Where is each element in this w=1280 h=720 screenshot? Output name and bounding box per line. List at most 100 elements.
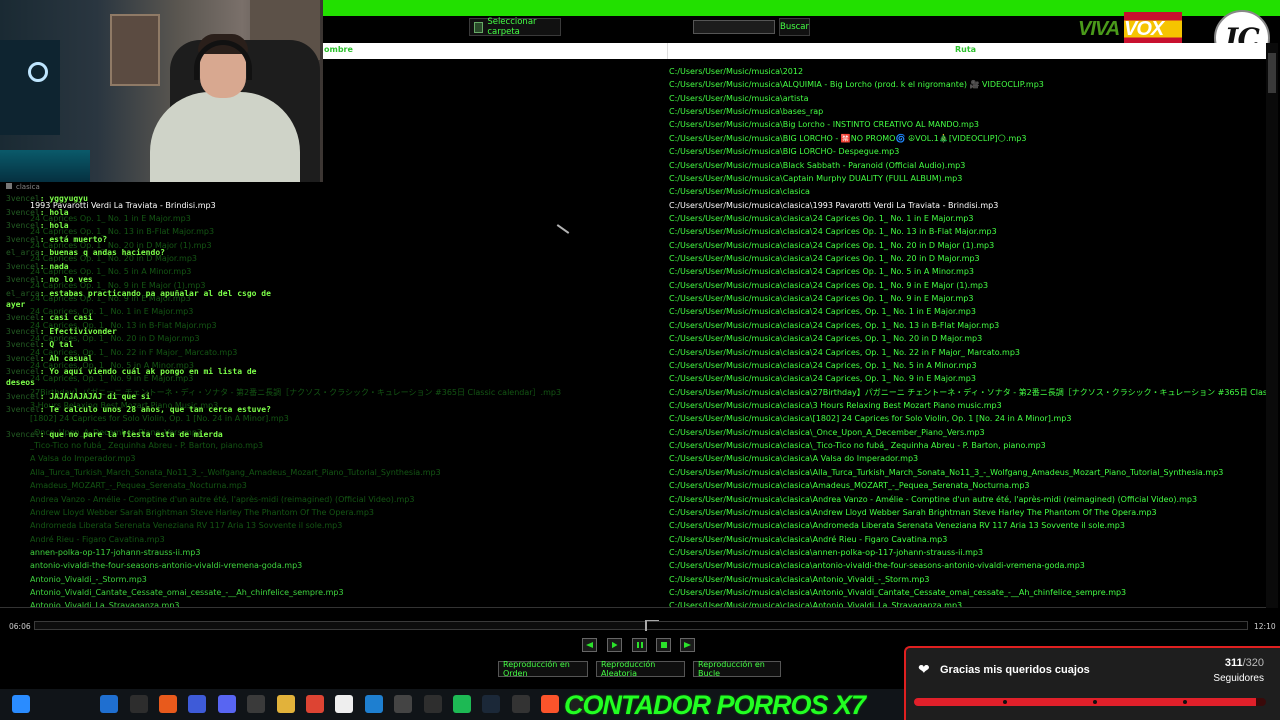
- list-item[interactable]: Andrew Lloyd Webber Sarah Brightman Stev…: [0, 506, 1266, 519]
- settings-icon[interactable]: [423, 695, 442, 713]
- windows-start-icon[interactable]: [12, 695, 30, 713]
- vivavox-text-right: VOX: [1124, 18, 1164, 40]
- spotify-icon[interactable]: [453, 695, 471, 713]
- column-header-name[interactable]: ombre: [324, 45, 353, 54]
- random-mode-button[interactable]: Reproducción Aleatoria: [596, 660, 685, 678]
- app-icon-4[interactable]: [247, 695, 266, 713]
- steam-icon[interactable]: [482, 695, 501, 713]
- list-item-name: Andromeda Liberata Serenata Veneziana RV…: [30, 521, 343, 531]
- chat-text: : hola: [39, 207, 69, 217]
- chat-message: 3vencel: está muerto?: [6, 234, 276, 245]
- list-item[interactable]: Antonio_Vivaldi_Cantate_Cessate_omai_ces…: [0, 586, 1266, 599]
- goal-progress-bar: [914, 698, 1266, 706]
- list-item-name: Antonio_Vivaldi_Cantate_Cessate_omai_ces…: [30, 588, 344, 598]
- list-item-path: C:/Users/User/Music/musica\BIG LORCHO - …: [669, 133, 1027, 143]
- list-item-path: C:/Users/User/Music/musica\clasica\24 Ca…: [669, 280, 989, 290]
- list-item[interactable]: annen-polka-op-117-johann-strauss-ii.mp3…: [0, 546, 1266, 559]
- chat-text: : yggyugyu: [39, 194, 88, 203]
- chat-username: 3vencel: [6, 391, 40, 401]
- chat-username: 3vencel: [6, 275, 40, 284]
- list-item[interactable]: Andrea Vanzo - Amélie - Comptine d'un au…: [0, 493, 1266, 506]
- list-item[interactable]: antonio-vivaldi-the-four-seasons-antonio…: [0, 559, 1266, 572]
- list-item-path: C:/Users/User/Music/musica\clasica\24 Ca…: [669, 294, 974, 304]
- list-item-name: _Tico-Tico no fubá_ Zequinha Abreu - P. …: [30, 441, 264, 451]
- search-button[interactable]: Buscar: [779, 18, 810, 36]
- vivaldi-icon[interactable]: [188, 695, 207, 713]
- pause-icon: [636, 642, 643, 648]
- list-item-name: Alla_Turca_Turkish_March_Sonata_No11_3_-…: [30, 467, 441, 477]
- progress-bar[interactable]: [34, 620, 1248, 631]
- search-input[interactable]: [693, 20, 775, 34]
- pause-button[interactable]: [632, 638, 647, 652]
- scrollbar-thumb[interactable]: [1268, 53, 1276, 93]
- chat-text: : JAJAJAJAJAJ di que si: [39, 391, 151, 401]
- chat-text: : está muerto?: [39, 234, 108, 244]
- loop-mode-button[interactable]: Reproducción en Bucle: [693, 660, 781, 678]
- list-item[interactable]: Alla_Turca_Turkish_March_Sonata_No11_3_-…: [0, 466, 1266, 479]
- list-item[interactable]: A Valsa do Imperador.mp3 C:/Users/User/Mu…: [0, 452, 1266, 465]
- chat-text: : no lo ves: [39, 275, 93, 284]
- chat-username: 3vencel: [6, 194, 40, 203]
- current-time: 06:06: [9, 622, 31, 631]
- webcam-monitor: [0, 40, 60, 135]
- app-icon-7[interactable]: [511, 695, 530, 713]
- vertical-scrollbar[interactable]: [1266, 43, 1278, 608]
- chat-text: : casi casi: [39, 313, 93, 322]
- play-icon: [611, 641, 618, 649]
- list-item-path: C:/Users/User/Music/musica\clasica\annen…: [669, 547, 984, 557]
- list-item-path: C:/Users/User/Music/musica\clasica\Amade…: [669, 481, 1030, 491]
- chat-username: 3vencel: [6, 353, 40, 363]
- chat-message: 3vencel: Ah casual: [6, 353, 276, 364]
- list-item-path: C:/Users/User/Music/musica\clasica\24 Ca…: [669, 227, 997, 237]
- chat-message: 3vencel: Te calculo unos 28 años, que ta…: [6, 404, 276, 415]
- list-item-path: C:/Users/User/Music/musica\ALQUIMIA - Bi…: [669, 80, 1044, 90]
- app-icon-1[interactable]: [70, 695, 89, 713]
- list-item-path: C:/Users/User/Music/musica\clasica\24 Ca…: [669, 213, 974, 223]
- file-explorer-icon[interactable]: [129, 695, 148, 713]
- list-item-name: André Rieu - Figaro Cavatina.mp3: [30, 534, 165, 544]
- chat-username: 3vencel: [6, 340, 40, 349]
- folder-icon[interactable]: [276, 695, 295, 713]
- discord-icon[interactable]: [217, 695, 236, 713]
- webcam-poster: [110, 14, 160, 86]
- play-button[interactable]: [607, 638, 622, 652]
- vscode-icon[interactable]: [364, 695, 383, 713]
- stop-button[interactable]: [656, 638, 671, 652]
- list-item[interactable]: Andromeda Liberata Serenata Veneziana RV…: [0, 519, 1266, 532]
- next-button[interactable]: [680, 638, 695, 652]
- select-folder-button[interactable]: Seleccionar carpeta: [469, 17, 561, 37]
- chat-text: : Efectivivonder: [39, 326, 117, 336]
- brave-icon[interactable]: [541, 695, 560, 713]
- stop-icon: [660, 642, 667, 648]
- list-item[interactable]: Amadeus_MOZART_-_Pequea_Serenata_Nocturn…: [0, 479, 1266, 492]
- chrome-icon[interactable]: [306, 695, 324, 713]
- list-item-path: C:/Users/User/Music/musica\clasica\24 Ca…: [669, 347, 1020, 357]
- list-item-path: C:/Users/User/Music/musica\BIG LORCHO- D…: [669, 147, 900, 157]
- app-icon-5[interactable]: [335, 695, 354, 713]
- chat-message: 3vencel: yggyugyu: [6, 193, 276, 204]
- chat-username: 3vencel: [6, 261, 40, 271]
- list-item[interactable]: André Rieu - Figaro Cavatina.mp3 C:/Users…: [0, 533, 1266, 546]
- list-item-name: annen-polka-op-117-johann-strauss-ii.mp3: [30, 547, 201, 557]
- list-item[interactable]: Antonio_Vivaldi_-_Storm.mp3 C:/Users/User…: [0, 573, 1266, 586]
- goal-text: Gracias mis queridos cuajos: [940, 664, 1090, 676]
- list-item[interactable]: _Tico-Tico no fubá_ Zequinha Abreu - P. …: [0, 439, 1266, 452]
- list-item-path: C:/Users/User/Music/musica\clasica\Andre…: [669, 494, 1198, 504]
- vivavox-text-left: VIVA: [1078, 18, 1120, 40]
- progress-knob[interactable]: [644, 620, 659, 631]
- search-icon[interactable]: [41, 695, 60, 713]
- order-mode-button[interactable]: Reproducción en Orden: [498, 660, 588, 678]
- column-divider[interactable]: [667, 43, 668, 59]
- list-item-path: C:/Users/User/Music/musica\Captain Murph…: [669, 173, 963, 183]
- app-icon-2[interactable]: [100, 695, 119, 713]
- list-item-path: C:/Users/User/Music/musica\2012: [669, 67, 804, 76]
- column-header-path[interactable]: Ruta: [955, 45, 976, 54]
- select-folder-label: Seleccionar carpeta: [487, 17, 537, 37]
- table-header: ombre Ruta: [323, 43, 1266, 59]
- previous-button[interactable]: [582, 638, 597, 652]
- app-icon-6[interactable]: [394, 695, 413, 713]
- list-item-name: Antonio_Vivaldi_-_Storm.mp3: [30, 574, 147, 584]
- app-icon-3[interactable]: [159, 695, 177, 713]
- list-item-path: C:/Users/User/Music/musica\clasica\27Bir…: [669, 387, 1266, 397]
- chat-message: 3vencel: no lo ves: [6, 274, 276, 285]
